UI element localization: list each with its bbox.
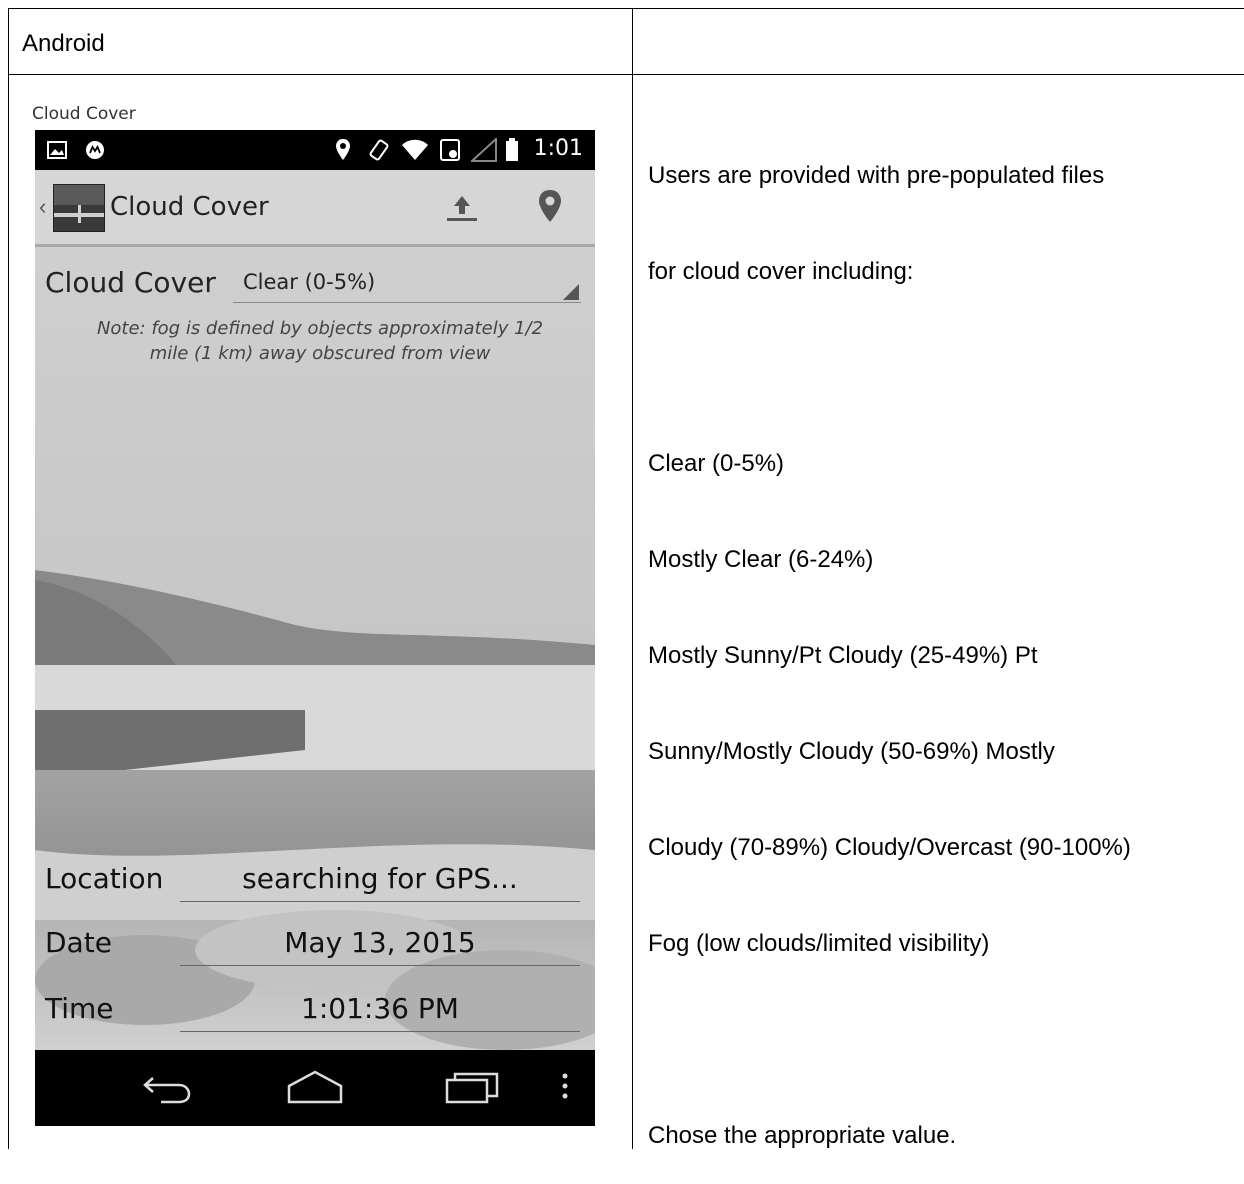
time-field[interactable]: 1:01:36 PM <box>180 992 580 1032</box>
description-line <box>648 1024 1240 1056</box>
signal-icon <box>471 138 497 162</box>
rotate-icon <box>369 139 389 161</box>
action-bar: ‹ Cloud Cover <box>35 170 595 247</box>
time-label: Time <box>45 992 114 1025</box>
description-line: Sunny/Mostly Cloudy (50-69%) Mostly <box>648 738 1055 765</box>
fog-note: Note: fog is defined by objects approxim… <box>96 318 544 364</box>
description-line: Cloudy (70-89%) Cloudy/Overcast (90-100%… <box>648 834 1131 861</box>
app-icon[interactable] <box>53 184 105 232</box>
back-nav-icon[interactable] <box>139 1068 195 1108</box>
cloud-cover-label: Cloud Cover <box>45 266 216 299</box>
status-time: 1:01 <box>533 136 583 161</box>
cloud-cover-selected-value: Clear (0-5%) <box>243 270 376 294</box>
description-line: Fog (low clouds/limited visibility) <box>648 930 990 957</box>
table-column-divider <box>632 8 633 1149</box>
description-line: Mostly Clear (6-24%) <box>648 546 874 573</box>
description-line: for cloud cover including: <box>648 258 914 285</box>
map-pin-button[interactable] <box>527 184 573 230</box>
status-bar: 1:01 <box>35 130 595 170</box>
overflow-menu-icon[interactable] <box>557 1068 573 1108</box>
motorola-icon <box>86 141 104 159</box>
cloud-cover-description: Users are provided with pre-populated fi… <box>648 96 1240 1184</box>
table-header-divider <box>8 74 1244 75</box>
location-label: Location <box>45 862 164 895</box>
date-label: Date <box>45 926 112 959</box>
nfc-icon <box>440 139 460 161</box>
description-line: Users are provided with pre-populated fi… <box>648 162 1105 189</box>
cloud-cover-row: Cloud Cover Clear (0-5%) <box>35 266 595 306</box>
gallery-notification-icon <box>47 141 67 159</box>
upload-button[interactable] <box>439 184 485 230</box>
recent-apps-nav-icon[interactable] <box>443 1068 503 1108</box>
location-pin-icon <box>336 139 350 160</box>
location-value[interactable]: searching for GPS... <box>180 862 580 902</box>
android-screenshot: 1:01 ‹ Cloud Cover Cloud Cover Clear (0-… <box>35 130 595 1126</box>
description-line: Mostly Sunny/Pt Cloudy (25-49%) Pt <box>648 642 1038 669</box>
table-left-border <box>8 8 9 1149</box>
description-line <box>648 352 1240 384</box>
table-top-border <box>8 8 1244 9</box>
table-header-android: Android <box>22 30 105 57</box>
app-title: Cloud Cover <box>110 192 269 222</box>
description-line: Chose the appropriate value. <box>648 1122 957 1149</box>
cloud-cover-select[interactable]: Clear (0-5%) <box>233 266 581 303</box>
wifi-icon <box>402 139 428 160</box>
battery-icon <box>506 138 518 161</box>
home-nav-icon[interactable] <box>283 1068 347 1108</box>
dropdown-arrow-icon <box>563 284 579 300</box>
back-chevron-icon[interactable]: ‹ <box>39 194 46 220</box>
navigation-bar <box>35 1050 595 1126</box>
screenshot-caption: Cloud Cover <box>32 104 136 124</box>
date-field[interactable]: May 13, 2015 <box>180 926 580 966</box>
description-line: Clear (0-5%) <box>648 450 785 477</box>
